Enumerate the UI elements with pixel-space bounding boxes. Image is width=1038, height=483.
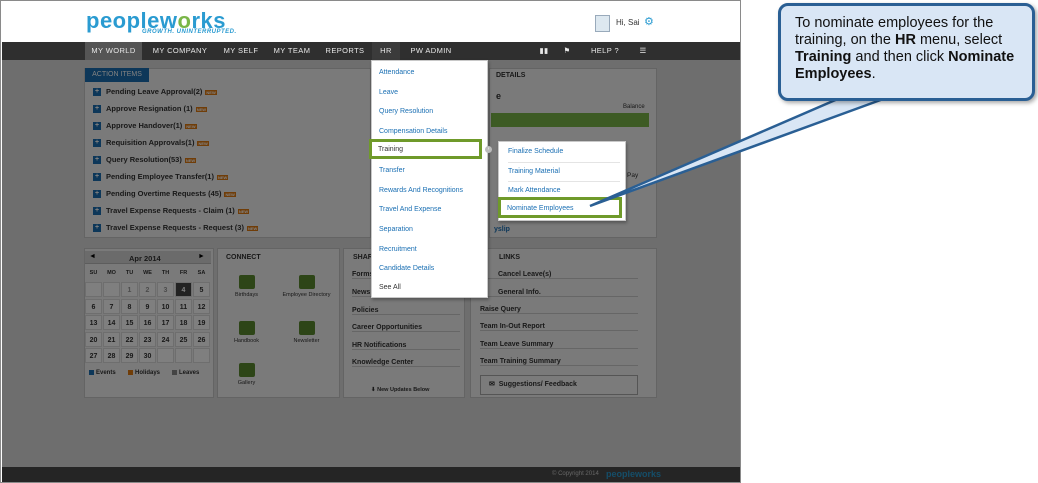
submenu-mark-attendance[interactable]: Mark Attendance	[508, 187, 561, 194]
nav-hr[interactable]: HR	[372, 42, 400, 60]
nav-my-team[interactable]: MY TEAM	[267, 42, 317, 60]
hr-menu-rewards[interactable]: Rewards And Recognitions	[379, 187, 463, 194]
hr-menu-travel-expense[interactable]: Travel And Expense	[379, 206, 441, 213]
submenu-arrow-icon: ›	[485, 146, 492, 153]
menu-toggle-icon[interactable]: ☰	[634, 42, 652, 60]
hr-menu-training-highlight[interactable]: Training	[369, 139, 482, 159]
main-nav: MY WORLD MY COMPANY MY SELF MY TEAM REPO…	[2, 42, 740, 60]
submenu-nominate-employees[interactable]: Nominate Employees	[507, 205, 574, 212]
nav-my-company[interactable]: MY COMPANY	[145, 42, 215, 60]
user-greeting: Hi, Sai	[616, 18, 640, 27]
submenu-divider	[508, 181, 620, 182]
submenu-training-material[interactable]: Training Material	[508, 168, 560, 175]
hr-menu-query-resolution[interactable]: Query Resolution	[379, 108, 433, 115]
submenu-finalize-schedule[interactable]: Finalize Schedule	[508, 148, 563, 155]
hr-menu-leave[interactable]: Leave	[379, 89, 398, 96]
submenu-divider	[508, 162, 620, 163]
nav-reports[interactable]: REPORTS	[320, 42, 370, 60]
nav-pw-admin[interactable]: PW ADMIN	[402, 42, 460, 60]
nav-my-world[interactable]: MY WORLD	[85, 42, 142, 60]
browser-frame: peopleworks GROWTH. UNINTERRUPTED. Hi, S…	[0, 0, 741, 483]
hr-menu-training[interactable]: Training	[378, 146, 403, 153]
hr-menu-separation[interactable]: Separation	[379, 226, 413, 233]
instruction-callout: To nominate employees for the training, …	[778, 3, 1035, 101]
book-icon[interactable]: ▮▮	[535, 42, 553, 60]
flag-icon[interactable]: ⚑	[558, 42, 576, 60]
nav-my-self[interactable]: MY SELF	[217, 42, 265, 60]
gear-icon[interactable]: ⚙	[644, 15, 654, 28]
submenu-nominate-highlight[interactable]: Nominate Employees	[498, 197, 622, 218]
hr-menu-candidate-details[interactable]: Candidate Details	[379, 265, 434, 272]
hr-menu-transfer[interactable]: Transfer	[379, 167, 405, 174]
help-button[interactable]: HELP ?	[585, 42, 625, 60]
hr-menu-attendance[interactable]: Attendance	[379, 69, 414, 76]
hr-menu-compensation[interactable]: Compensation Details	[379, 128, 447, 135]
hr-menu-see-all[interactable]: See All	[379, 284, 401, 291]
logo-tagline: GROWTH. UNINTERRUPTED.	[142, 29, 237, 35]
hr-menu-recruitment[interactable]: Recruitment	[379, 246, 417, 253]
hr-dropdown-menu: Attendance Leave Query Resolution Compen…	[371, 60, 488, 298]
user-avatar[interactable]	[595, 15, 610, 32]
app-header: peopleworks GROWTH. UNINTERRUPTED. Hi, S…	[2, 2, 740, 42]
